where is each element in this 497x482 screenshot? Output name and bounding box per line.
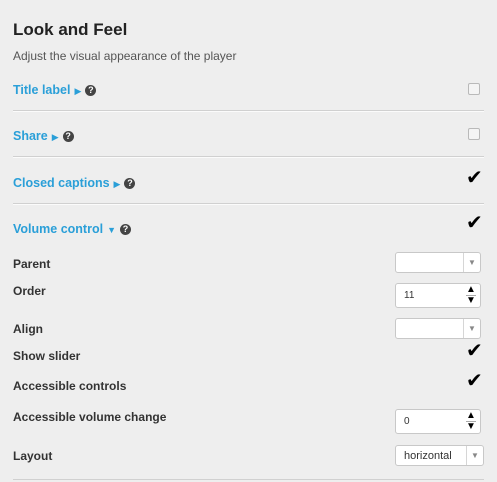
chevron-down-icon[interactable]: ▼	[463, 319, 480, 338]
share-checkbox[interactable]	[468, 128, 480, 140]
spin-up-icon[interactable]: ▲	[464, 285, 478, 295]
help-icon[interactable]: ?	[119, 224, 131, 235]
expand-arrow-icon[interactable]: ▶	[114, 179, 121, 189]
section-volume-control[interactable]: Volume control ▼?	[13, 220, 131, 238]
divider-highlight	[13, 111, 484, 112]
accessible-controls-label: Accessible controls	[13, 379, 127, 393]
chevron-down-icon[interactable]: ▼	[466, 446, 483, 465]
spin-down-icon[interactable]: ▼	[464, 296, 478, 306]
spin-down-icon[interactable]: ▼	[464, 422, 478, 432]
spin-up-icon[interactable]: ▲	[464, 411, 478, 421]
help-icon[interactable]: ?	[124, 178, 136, 189]
divider-highlight	[13, 157, 484, 158]
show-slider-checkbox[interactable]: ✔	[466, 341, 483, 361]
spinner-controls[interactable]: ▲ ▼	[464, 411, 478, 432]
accessible-controls-checkbox[interactable]: ✔	[466, 371, 483, 391]
divider	[13, 479, 484, 480]
chevron-down-icon[interactable]: ▼	[463, 253, 480, 272]
spinner-controls[interactable]: ▲ ▼	[464, 285, 478, 306]
closed-captions-checkbox[interactable]: ✔	[466, 168, 483, 188]
help-icon[interactable]: ?	[62, 131, 74, 142]
collapse-arrow-icon[interactable]: ▼	[107, 225, 116, 235]
section-share-link[interactable]: Share	[13, 129, 48, 143]
align-label: Align	[13, 322, 43, 336]
order-stepper[interactable]: 11 ▲ ▼	[395, 283, 481, 308]
layout-select[interactable]: horizontal ▼	[395, 445, 484, 466]
layout-label: Layout	[13, 449, 53, 463]
accessible-volume-change-label: Accessible volume change	[13, 410, 167, 424]
order-label: Order	[13, 284, 46, 298]
section-closed-captions[interactable]: Closed captions ▶?	[13, 174, 136, 192]
layout-select-value: horizontal	[404, 450, 452, 462]
section-closed-captions-link[interactable]: Closed captions	[13, 176, 110, 190]
accessible-volume-change-value[interactable]: 0	[404, 416, 410, 427]
panel-title: Look and Feel	[13, 20, 128, 39]
show-slider-label: Show slider	[13, 349, 81, 363]
align-select[interactable]: ▼	[395, 318, 481, 339]
section-title-label-link[interactable]: Title label	[13, 83, 70, 97]
expand-arrow-icon[interactable]: ▶	[52, 132, 59, 142]
parent-label: Parent	[13, 257, 51, 271]
section-share[interactable]: Share ▶?	[13, 127, 74, 145]
volume-control-checkbox[interactable]: ✔	[466, 213, 483, 233]
panel-subtitle: Adjust the visual appearance of the play…	[13, 49, 237, 63]
accessible-volume-change-stepper[interactable]: 0 ▲ ▼	[395, 409, 481, 434]
divider-highlight	[13, 204, 484, 205]
parent-select[interactable]: ▼	[395, 252, 481, 273]
help-icon[interactable]: ?	[85, 85, 97, 96]
section-volume-control-link[interactable]: Volume control	[13, 222, 103, 236]
expand-arrow-icon[interactable]: ▶	[74, 86, 81, 96]
title-label-checkbox[interactable]	[468, 83, 480, 95]
order-value[interactable]: 11	[404, 290, 414, 301]
section-title-label[interactable]: Title label ▶?	[13, 81, 97, 99]
